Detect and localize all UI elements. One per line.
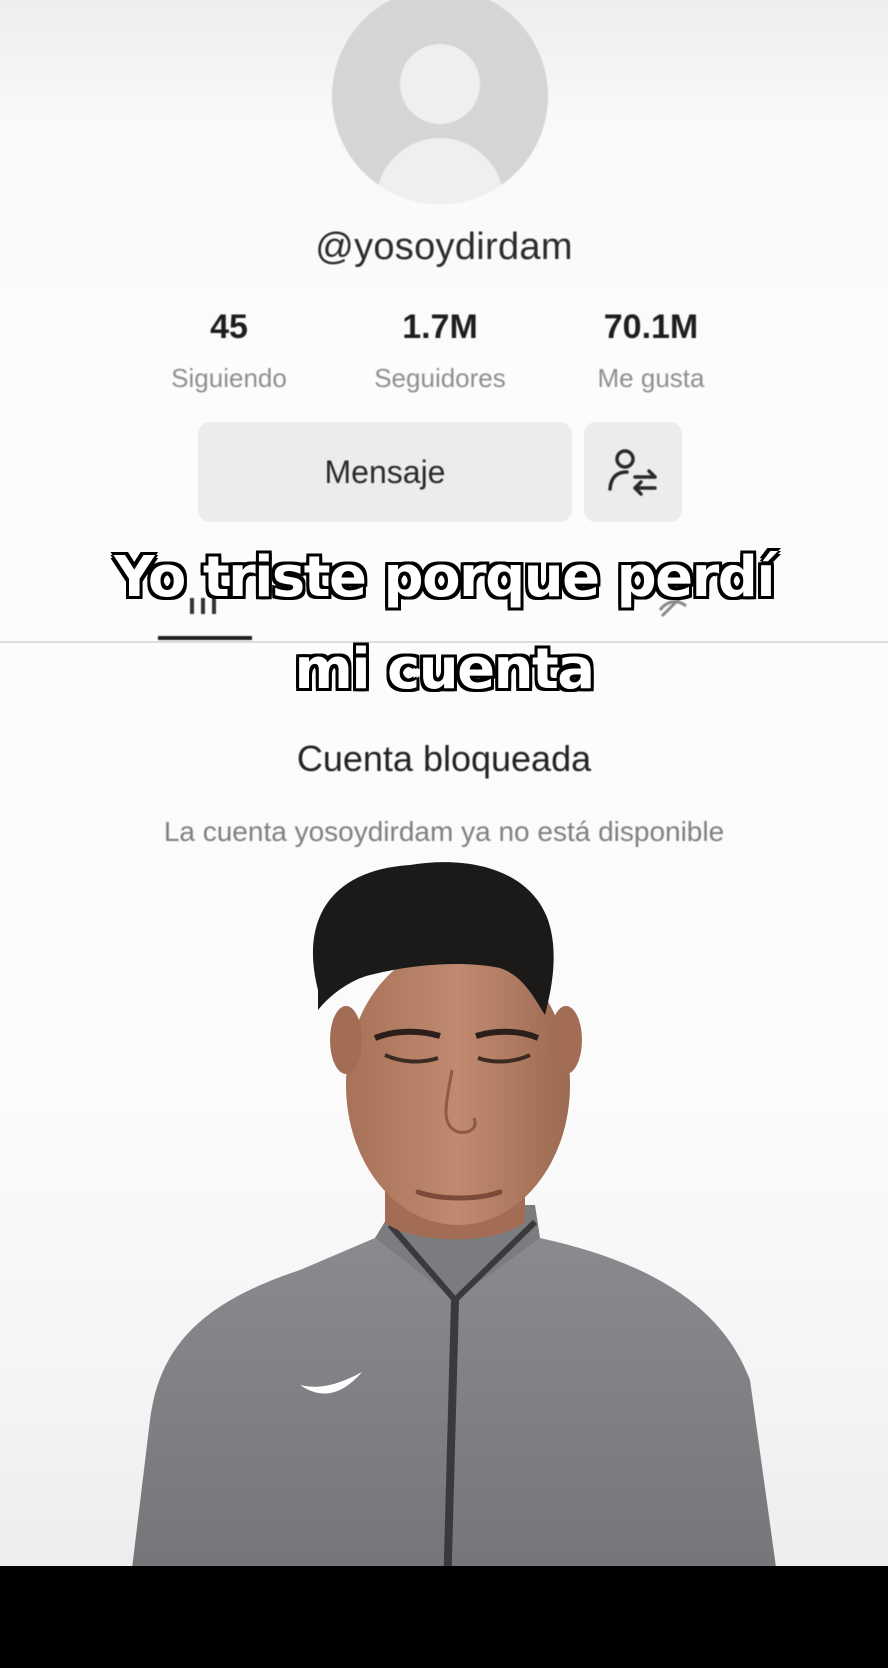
video-caption: Yo triste porque perdí mi cuenta <box>0 532 888 716</box>
bottom-black-bar <box>0 1566 888 1668</box>
caption-line-1: Yo triste porque perdí <box>113 545 776 610</box>
person-video-overlay <box>120 862 790 1668</box>
caption-line-2: mi cuenta <box>294 637 595 702</box>
tiktok-profile-screen: @yosoydirdam 45 Siguiendo 1.7M Seguidore… <box>0 0 888 1668</box>
